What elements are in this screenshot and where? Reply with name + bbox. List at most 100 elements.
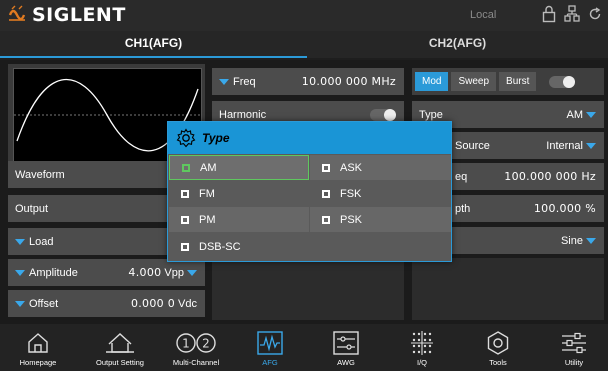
output-label: Output (15, 202, 49, 215)
right-empty-panel (412, 258, 604, 320)
amplitude-label: Amplitude (29, 266, 78, 279)
offset-unit: Vdc (178, 297, 197, 310)
source-dropdown-icon[interactable] (586, 142, 596, 149)
home-icon (28, 333, 48, 353)
type-value: AM (566, 108, 584, 121)
option-empty (310, 234, 451, 259)
type-label: Type (419, 108, 443, 121)
channel-tabs: CH1(AFG) CH2(AFG) (0, 31, 608, 58)
amplitude-dropdown-icon (15, 269, 25, 276)
checkbox-icon (322, 215, 330, 224)
freq-label: Freq (233, 75, 256, 88)
option-label: AM (200, 161, 217, 174)
nav-afg[interactable]: AFG (232, 324, 308, 371)
checkbox-icon (322, 163, 330, 172)
option-fm[interactable]: FM (169, 181, 309, 206)
mod-freq-label: eq (455, 170, 468, 183)
popup-title: Type (202, 131, 230, 145)
checkbox-icon (322, 189, 330, 198)
checkbox-icon (181, 189, 189, 198)
mod-freq-value: 100.000 000 Hz (504, 170, 596, 183)
amplitude-unit-dropdown-icon[interactable] (187, 269, 197, 276)
nav-label: Output Setting (96, 358, 144, 367)
option-label: FSK (340, 187, 362, 200)
nav-label: Tools (489, 358, 507, 367)
brand-name: SIGLENT (32, 4, 126, 26)
option-label: DSB-SC (199, 240, 241, 253)
option-label: PSK (340, 213, 363, 226)
option-pm[interactable]: PM (169, 207, 309, 232)
freq-value: 10.000 000 MHz (301, 75, 396, 88)
afg-icon (257, 331, 283, 355)
tools-icon (487, 331, 509, 355)
tab-ch2[interactable]: CH2(AFG) (307, 31, 608, 58)
network-icon[interactable] (564, 5, 580, 23)
refresh-icon[interactable] (588, 5, 602, 23)
shape-dropdown-icon[interactable] (586, 237, 596, 244)
checkbox-icon (182, 163, 190, 172)
nav-homepage[interactable]: Homepage (0, 324, 76, 371)
mode-bar: Mod Sweep Burst (412, 68, 604, 95)
iq-icon (411, 331, 433, 355)
checkbox-icon (181, 242, 189, 251)
option-label: PM (199, 213, 216, 226)
harmonic-toggle[interactable] (370, 108, 396, 121)
nav-utility[interactable]: Utility (536, 324, 608, 371)
option-label: ASK (340, 161, 363, 174)
nav-awg[interactable]: AWG (308, 324, 384, 371)
sweep-button[interactable]: Sweep (451, 72, 497, 91)
nav-label: Multi-Channel (172, 358, 220, 367)
utility-icon (562, 332, 586, 354)
nav-iq[interactable]: I/Q (384, 324, 460, 371)
offset-label: Offset (29, 297, 59, 310)
freq-dropdown-icon (219, 78, 229, 85)
siglent-logo: SIGLENT (6, 4, 126, 26)
option-fsk[interactable]: FSK (310, 181, 451, 206)
popup-header: Type (168, 122, 451, 154)
gear-icon (176, 128, 196, 148)
load-dropdown-icon (15, 238, 25, 245)
output-setting-icon (106, 333, 134, 353)
siglent-logo-icon (8, 5, 26, 21)
nav-multi-channel[interactable]: 12 Multi-Channel (158, 324, 234, 371)
option-ask[interactable]: ASK (310, 155, 451, 180)
amplitude-row[interactable]: Amplitude 4.000 Vpp (8, 259, 205, 286)
option-am[interactable]: AM (169, 155, 309, 180)
nav-output-setting[interactable]: Output Setting (82, 324, 158, 371)
svg-text:1: 1 (182, 337, 190, 351)
top-bar: SIGLENT Local (0, 0, 608, 31)
amplitude-value: 4.000 (128, 266, 162, 279)
source-value: Internal (546, 139, 583, 152)
bottom-nav: Homepage Output Setting 12 Multi-Channel… (0, 324, 608, 371)
amplitude-unit: Vpp (164, 266, 184, 279)
nav-label: Utility (564, 358, 584, 367)
type-dropdown-icon[interactable] (586, 111, 596, 118)
depth-value: 100.000 % (533, 202, 596, 215)
nav-tools[interactable]: Tools (460, 324, 536, 371)
nav-label: AWG (337, 358, 355, 367)
depth-label: pth (455, 202, 471, 215)
offset-row[interactable]: Offset 0.000 0 Vdc (8, 290, 205, 317)
tab-ch1[interactable]: CH1(AFG) (0, 31, 307, 58)
mod-toggle[interactable] (549, 75, 576, 88)
shape-value: Sine (560, 234, 583, 247)
waveform-label: Waveform (15, 168, 65, 181)
lock-icon[interactable] (542, 5, 556, 23)
offset-dropdown-icon (15, 300, 25, 307)
burst-button[interactable]: Burst (499, 72, 537, 91)
multi-channel-icon: 12 (176, 333, 216, 353)
option-label: FM (199, 187, 215, 200)
remote-status: Local (470, 9, 497, 21)
type-popup: Type AM ASK FM FSK PM PSK DSB-SC (167, 121, 452, 262)
option-dsb-sc[interactable]: DSB-SC (169, 234, 309, 259)
offset-value: 0.000 0 (130, 297, 176, 310)
source-label: Source (455, 139, 490, 152)
svg-text:2: 2 (202, 337, 210, 351)
harmonic-label: Harmonic (219, 108, 267, 121)
awg-icon (333, 331, 359, 355)
nav-label: AFG (262, 358, 278, 367)
mod-button[interactable]: Mod (415, 72, 449, 91)
freq-row[interactable]: Freq 10.000 000 MHz (212, 68, 404, 95)
nav-label: I/Q (416, 358, 427, 367)
option-psk[interactable]: PSK (310, 207, 451, 232)
